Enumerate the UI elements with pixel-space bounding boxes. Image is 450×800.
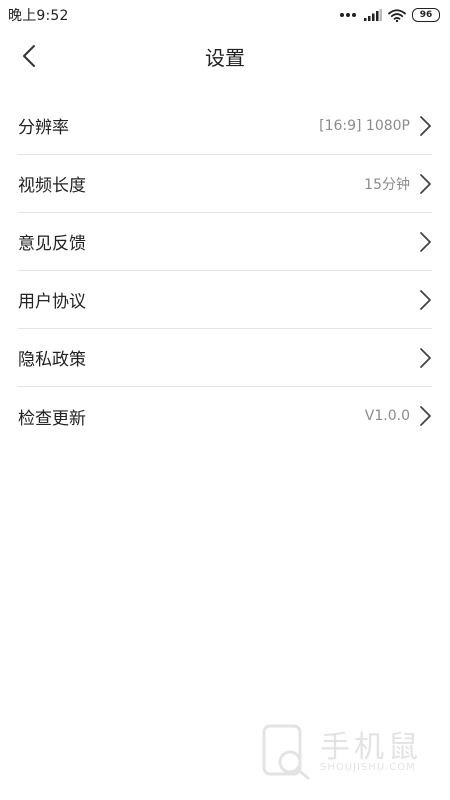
settings-item-label: 隐私政策 bbox=[18, 350, 86, 370]
chevron-right-icon bbox=[420, 406, 431, 426]
chevron-right-icon bbox=[420, 115, 431, 136]
settings-item-user-agreement[interactable]: 用户协议 bbox=[18, 271, 432, 329]
settings-item-right bbox=[410, 347, 432, 369]
chevron-right-icon bbox=[420, 347, 431, 368]
settings-item-resolution[interactable]: 分辨率 [16:9] 1080P bbox=[18, 97, 432, 155]
signal-icon bbox=[364, 9, 382, 21]
settings-item-check-update[interactable]: 检查更新 V1.0.0 bbox=[18, 387, 432, 445]
settings-item-label: 检查更新 bbox=[18, 408, 86, 429]
wifi-icon bbox=[388, 8, 406, 22]
status-icons: 96 bbox=[340, 8, 440, 22]
watermark-logo-icon bbox=[262, 724, 310, 780]
chevron-right-icon bbox=[420, 173, 431, 194]
status-bar: 晚上9:52 96 bbox=[0, 0, 450, 30]
settings-item-video-length[interactable]: 视频长度 15分钟 bbox=[18, 155, 432, 213]
settings-item-value: V1.0.0 bbox=[364, 408, 410, 424]
settings-item-privacy-policy[interactable]: 隐私政策 bbox=[18, 329, 432, 387]
battery-icon: 96 bbox=[412, 8, 440, 22]
settings-item-right: 15分钟 bbox=[364, 173, 432, 195]
notification-dots-icon bbox=[340, 13, 356, 17]
settings-item-label: 视频长度 bbox=[18, 176, 86, 196]
chevron-right-icon bbox=[420, 289, 431, 310]
settings-item-value: [16:9] 1080P bbox=[319, 117, 410, 134]
settings-list: 分辨率 [16:9] 1080P 视频长度 15分钟 意见反馈 用户协议 隐私政… bbox=[18, 97, 432, 445]
battery-level: 96 bbox=[419, 10, 433, 20]
watermark-subtitle: SHOUJISHU.COM bbox=[320, 762, 416, 773]
settings-item-right: [16:9] 1080P bbox=[319, 115, 432, 137]
settings-item-label: 意见反馈 bbox=[18, 234, 86, 254]
watermark-title: 手机鼠 bbox=[320, 730, 422, 765]
settings-item-right bbox=[410, 231, 432, 253]
header: 设置 bbox=[0, 30, 450, 82]
settings-item-label: 用户协议 bbox=[18, 292, 86, 312]
watermark: 手机鼠 SHOUJISHU.COM bbox=[260, 722, 430, 782]
status-time: 晚上9:52 bbox=[8, 8, 69, 24]
settings-item-right: V1.0.0 bbox=[365, 405, 432, 427]
settings-item-label: 分辨率 bbox=[18, 118, 69, 138]
chevron-right-icon bbox=[420, 231, 431, 252]
settings-item-value: 15分钟 bbox=[364, 176, 410, 193]
settings-item-right bbox=[410, 289, 432, 311]
settings-item-feedback[interactable]: 意见反馈 bbox=[18, 213, 432, 271]
page-title: 设置 bbox=[205, 46, 245, 70]
